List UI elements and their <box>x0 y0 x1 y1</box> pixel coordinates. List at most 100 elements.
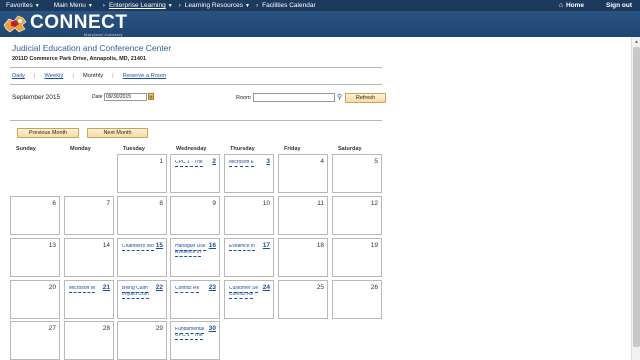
maryland-map-logo-icon <box>3 15 27 33</box>
calendar-day-cell[interactable]: 2 CPC 1 - The <box>170 154 220 193</box>
calendar-day-cell[interactable]: 4 <box>278 154 328 193</box>
date-input[interactable]: 09/30/2015 <box>104 93 147 101</box>
search-icon[interactable]: ⚲ <box>337 93 342 101</box>
calendar-day-cell[interactable]: 6 <box>10 196 60 235</box>
day-number[interactable]: 22 <box>156 284 163 291</box>
calendar-event-link[interactable]: Evidence in <box>229 244 255 251</box>
day-number[interactable]: 3 <box>266 158 270 165</box>
calendar-day-cell[interactable]: 25 <box>278 280 328 319</box>
weekday-header: Thursday <box>230 146 255 152</box>
connect-logo-subtext: Maryland Judiciary <box>84 32 123 37</box>
calendar-day-cell[interactable]: 27 <box>10 321 60 360</box>
separator: | <box>33 73 36 79</box>
calendar-day-cell[interactable]: 22 Being Calm Impact Com <box>117 280 167 319</box>
calendar-day-cell[interactable]: 21 Microsoft W <box>64 280 114 319</box>
calendar-event-link[interactable]: Impact Com <box>122 292 149 299</box>
day-number: 6 <box>52 200 56 207</box>
calendar-day-cell[interactable]: 30 Fundamental CPC 1 - The <box>170 321 220 360</box>
nav-enterprise-learning[interactable]: Enterprise Learning ▼ <box>109 2 173 9</box>
home-label: Home <box>565 2 584 9</box>
previous-month-button[interactable]: Previous Month <box>17 128 79 138</box>
weekly-view-link[interactable]: Weekly <box>44 73 63 79</box>
next-month-button[interactable]: Next Month <box>87 128 148 138</box>
day-number: 13 <box>48 242 56 249</box>
separator: | <box>112 73 114 79</box>
daily-view-link[interactable]: Daily <box>12 73 25 79</box>
chevron-down-icon: ▼ <box>34 2 40 9</box>
calendar-day-cell[interactable]: 18 <box>278 238 328 277</box>
calendar-day-cell[interactable]: 23 Conflict Re <box>170 280 220 319</box>
weekday-header: Saturday <box>338 146 362 152</box>
calendar-day-cell[interactable]: 8 <box>117 196 167 235</box>
day-number[interactable]: 16 <box>209 242 216 249</box>
day-number: 27 <box>48 325 56 332</box>
calendar-event-link[interactable]: CPC 1 - The <box>175 333 203 340</box>
day-number[interactable]: 15 <box>156 242 163 249</box>
day-number[interactable]: 17 <box>263 242 270 249</box>
refresh-button[interactable]: Refresh <box>345 93 386 103</box>
calendar-day-cell[interactable]: 29 <box>117 321 167 360</box>
divider <box>10 67 382 68</box>
calendar-day-cell[interactable]: 20 <box>10 280 60 319</box>
calendar-day-cell[interactable]: 11 <box>278 196 328 235</box>
scrollbar-thumb[interactable] <box>633 47 640 347</box>
divider <box>10 84 382 85</box>
day-number[interactable]: 23 <box>209 284 216 291</box>
weekday-header: Sunday <box>16 146 36 152</box>
calendar-event-link[interactable]: Evidence in <box>175 250 201 257</box>
nav-learning-resources-label: Learning Resources <box>184 2 244 9</box>
calendar-day-cell[interactable]: 14 <box>64 238 114 277</box>
day-number[interactable]: 2 <box>212 158 216 165</box>
calendar-event-link[interactable]: Microsoft E <box>229 160 255 167</box>
vertical-scrollbar[interactable]: ▲ <box>631 37 640 360</box>
day-number[interactable]: 21 <box>103 284 110 291</box>
scroll-up-icon[interactable]: ▲ <box>634 39 639 45</box>
calendar-event-link[interactable]: Conflict Re <box>229 292 254 299</box>
calendar-day-cell[interactable]: 5 <box>332 154 382 193</box>
nav-favorites-label: Favorites <box>6 2 33 9</box>
nav-favorites[interactable]: Favorites ▼ <box>6 2 40 9</box>
calendar-event-link[interactable]: Microsoft W <box>69 286 96 293</box>
calendar-day-cell[interactable]: 19 <box>332 238 382 277</box>
calendar-day-cell[interactable]: 1 <box>117 154 167 193</box>
calendar-day-cell[interactable]: 13 <box>10 238 60 277</box>
calendar-event-link[interactable]: CPC 1 - The <box>175 160 203 167</box>
day-number[interactable]: 24 <box>263 284 270 291</box>
calendar-day-cell[interactable]: 16 Handgun Use Evidence in <box>170 238 220 277</box>
calendar-day-cell[interactable]: 15 Chambers Wo <box>117 238 167 277</box>
divider <box>10 120 382 121</box>
home-link[interactable]: ⌂ Home <box>559 2 584 9</box>
separator: | <box>72 73 74 79</box>
calendar-day-cell[interactable]: 24 Customer Se Conflict Re <box>224 280 274 319</box>
day-number: 5 <box>374 158 378 165</box>
nav-main-menu[interactable]: Main Menu ▼ <box>54 2 93 9</box>
nav-facilities-calendar[interactable]: Facilities Calendar <box>262 2 315 9</box>
nav-learning-resources[interactable]: Learning Resources ▼ <box>185 2 250 9</box>
calendar-picker-icon[interactable]: ▦ <box>148 93 154 100</box>
calendar-day-cell[interactable]: 7 <box>64 196 114 235</box>
calendar-day-cell[interactable]: 26 <box>332 280 382 319</box>
day-number: 19 <box>370 242 378 249</box>
page-title: Judicial Education and Conference Center <box>12 43 172 53</box>
sign-out-label: Sign out <box>606 2 632 9</box>
weekday-header: Friday <box>284 146 301 152</box>
nav-breadcrumb-arrow: › <box>102 2 105 9</box>
day-number: 25 <box>316 284 324 291</box>
sign-out-link[interactable]: Sign out <box>606 2 632 9</box>
day-number: 12 <box>370 200 378 207</box>
nav-enterprise-learning-label: Enterprise Learning <box>108 2 166 9</box>
room-search-input[interactable] <box>253 93 335 102</box>
calendar-event-link[interactable]: Conflict Re <box>175 286 200 293</box>
calendar-day-cell[interactable]: 9 <box>170 196 220 235</box>
calendar-day-cell[interactable]: 28 <box>64 321 114 360</box>
day-number: 7 <box>106 200 110 207</box>
reserve-room-link[interactable]: Reserve a Room <box>123 73 167 79</box>
day-number[interactable]: 30 <box>209 325 216 332</box>
day-number: 26 <box>370 284 378 291</box>
calendar-day-cell[interactable]: 12 <box>332 196 382 235</box>
calendar-event-link[interactable]: Chambers Wo <box>122 244 154 251</box>
calendar-day-cell[interactable]: 3 Microsoft E <box>224 154 274 193</box>
calendar-day-cell[interactable]: 17 Evidence in <box>224 238 274 277</box>
weekday-header: Tuesday <box>123 146 145 152</box>
calendar-day-cell[interactable]: 10 <box>224 196 274 235</box>
